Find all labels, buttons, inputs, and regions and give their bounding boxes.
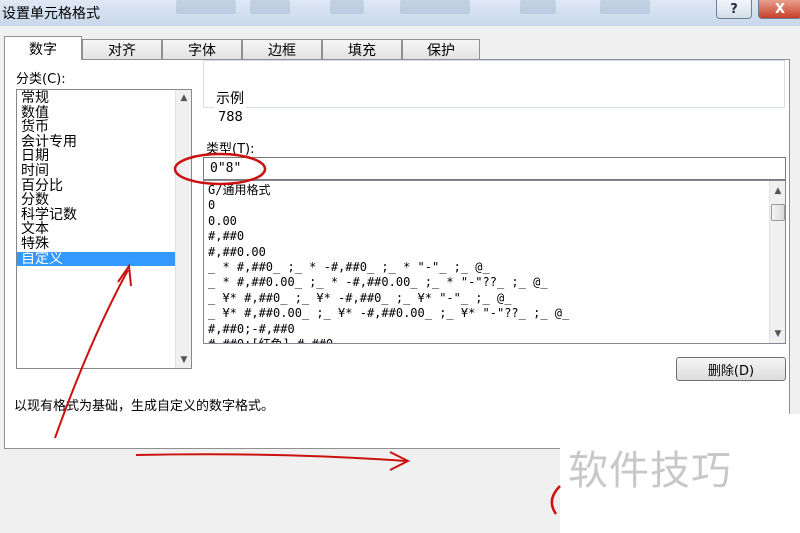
watermark: 软件技巧 xyxy=(568,448,732,494)
format-item[interactable]: _ * #,##0_ ;_ * -#,##0_ ;_ * "-"_ ;_ @_ xyxy=(204,260,785,275)
title-bar: 设置单元格格式 ? X xyxy=(0,0,800,27)
category-item[interactable]: 常规 xyxy=(17,91,191,106)
close-button[interactable]: X xyxy=(758,0,800,19)
category-item[interactable]: 特殊 xyxy=(17,237,191,252)
category-item[interactable]: 会计专用 xyxy=(17,135,191,150)
format-description: 以现有格式为基础，生成自定义的数字格式。 xyxy=(14,399,275,414)
format-item[interactable]: #,##0.00 xyxy=(204,245,785,260)
type-input[interactable] xyxy=(203,157,786,180)
category-list[interactable]: 常规 数值 货币 会计专用 日期 时间 百分比 分数 科学记数 文本 特殊 自定义 ▲ ▼ xyxy=(16,89,192,369)
category-item[interactable]: 百分比 xyxy=(17,178,191,194)
format-item[interactable]: 0.00 xyxy=(204,214,785,229)
format-list[interactable]: G/通用格式 0 0.00 #,##0 #,##0.00 _ * #,##0_ ;_ * … xyxy=(203,180,786,344)
tab-alignment[interactable]: 对齐 xyxy=(82,39,162,59)
scroll-down-icon[interactable]: ▼ xyxy=(770,326,785,342)
category-item[interactable]: 数值 xyxy=(17,105,191,121)
type-label: 类型(T): xyxy=(206,142,255,157)
category-item[interactable]: 货币 xyxy=(17,120,191,135)
sample-group xyxy=(203,60,785,108)
delete-button[interactable]: 删除(D) xyxy=(676,357,786,381)
format-item[interactable]: #,##0 xyxy=(204,229,785,244)
scroll-up-icon[interactable]: ▲ xyxy=(176,90,191,106)
category-label: 分类(C): xyxy=(16,72,66,87)
tab-number[interactable]: 数字 xyxy=(4,36,82,60)
background-ghost xyxy=(400,0,470,14)
tab-protection[interactable]: 保护 xyxy=(402,39,480,59)
format-item[interactable]: _ * #,##0.00_ ;_ * -#,##0.00_ ;_ * "-"??… xyxy=(204,275,785,290)
background-ghost xyxy=(176,0,236,14)
background-ghost xyxy=(600,0,650,14)
tab-fill[interactable]: 填充 xyxy=(322,39,402,59)
scroll-up-icon[interactable]: ▲ xyxy=(770,183,785,199)
tab-border[interactable]: 边框 xyxy=(242,39,322,59)
background-ghost xyxy=(520,0,556,14)
category-item[interactable]: 文本 xyxy=(17,222,191,237)
format-item[interactable]: G/通用格式 xyxy=(204,183,785,198)
background-ghost xyxy=(330,0,364,14)
help-button[interactable]: ? xyxy=(716,0,752,19)
format-item[interactable]: 0 xyxy=(204,198,785,213)
sample-value: 788 xyxy=(218,110,243,125)
format-scrollbar[interactable]: ▲ ▼ xyxy=(769,181,785,343)
format-item[interactable]: _ ¥* #,##0_ ;_ ¥* -#,##0_ ;_ ¥* "-"_ ;_ … xyxy=(204,291,785,306)
window-title: 设置单元格格式 xyxy=(2,6,100,22)
scroll-thumb[interactable] xyxy=(771,204,785,221)
tab-strip: 数字 对齐 字体 边框 填充 保护 xyxy=(4,36,480,60)
scroll-down-icon[interactable]: ▼ xyxy=(176,352,191,368)
category-item[interactable]: 分数 xyxy=(17,193,191,208)
format-item[interactable]: #,##0;-#,##0 xyxy=(204,322,785,337)
category-item[interactable]: 自定义 xyxy=(17,251,191,267)
sample-label: 示例 xyxy=(214,88,246,108)
format-item[interactable]: #,##0;[红色]-#,##0 xyxy=(204,337,785,343)
category-scrollbar[interactable]: ▲ ▼ xyxy=(175,90,191,368)
category-item[interactable]: 时间 xyxy=(17,164,191,179)
background-ghost xyxy=(250,0,290,14)
category-item[interactable]: 科学记数 xyxy=(17,208,191,223)
format-item[interactable]: _ ¥* #,##0.00_ ;_ ¥* -#,##0.00_ ;_ ¥* "-… xyxy=(204,306,785,321)
tab-font[interactable]: 字体 xyxy=(162,39,242,59)
category-item[interactable]: 日期 xyxy=(17,149,191,164)
